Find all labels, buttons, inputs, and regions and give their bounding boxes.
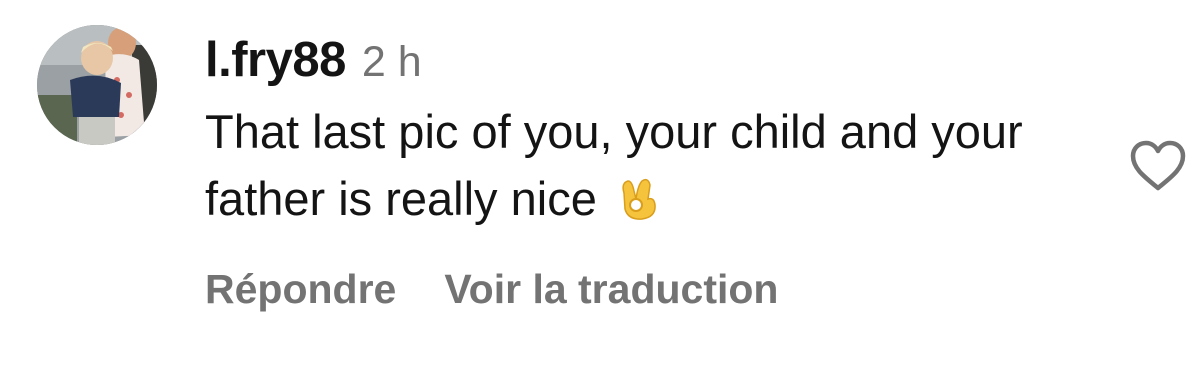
timestamp[interactable]: 2 h — [362, 38, 422, 87]
comment: l.fry88 2 h That last pic of you, your c… — [0, 0, 1200, 384]
comment-text-content: That last pic of you, your child and you… — [205, 105, 1023, 225]
comment-actions: Répondre Voir la traduction — [205, 266, 778, 313]
comment-header: l.fry88 2 h — [205, 32, 1105, 94]
ok-hand-emoji — [618, 171, 658, 238]
avatar-photo — [37, 25, 157, 145]
avatar[interactable] — [37, 25, 157, 145]
heart-outline-icon[interactable] — [1128, 138, 1188, 194]
comment-text: That last pic of you, your child and you… — [205, 98, 1075, 238]
username[interactable]: l.fry88 — [205, 32, 346, 88]
translate-button[interactable]: Voir la traduction — [444, 266, 778, 313]
reply-button[interactable]: Répondre — [205, 266, 396, 313]
comment-body: l.fry88 2 h That last pic of you, your c… — [205, 32, 1105, 238]
